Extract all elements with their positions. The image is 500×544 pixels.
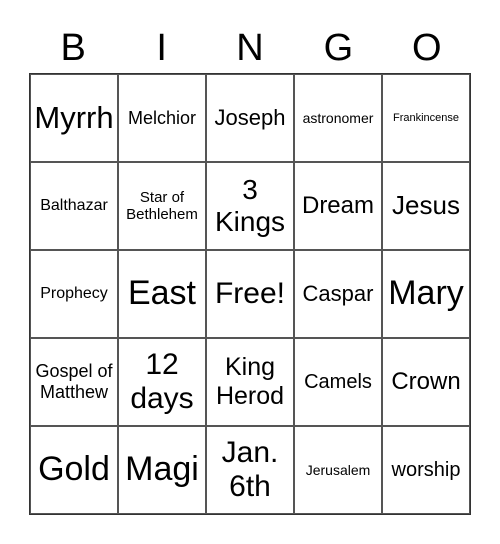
bingo-cell[interactable]: Caspar [294,250,382,338]
bingo-cell[interactable]: Prophecy [30,250,118,338]
header-letter-n: N [236,27,264,69]
bingo-cell[interactable]: Mary [382,250,470,338]
bingo-cell[interactable]: 3 Kings [206,162,294,250]
bingo-cell[interactable]: Melchior [118,74,206,162]
bingo-cell[interactable]: Joseph [206,74,294,162]
header-letter-i: I [156,27,167,69]
bingo-cell[interactable]: Jan. 6th [206,426,294,514]
bingo-header: B I N G O [29,24,471,72]
bingo-cell[interactable]: Magi [118,426,206,514]
bingo-cell[interactable]: Gold [30,426,118,514]
bingo-cell[interactable]: Camels [294,338,382,426]
bingo-cell[interactable]: Balthazar [30,162,118,250]
bingo-cell[interactable]: worship [382,426,470,514]
header-letter-o: O [412,27,442,69]
bingo-cell[interactable]: Free! [206,250,294,338]
bingo-cell[interactable]: 12 days [118,338,206,426]
bingo-cell[interactable]: astronomer [294,74,382,162]
bingo-cell[interactable]: Jerusalem [294,426,382,514]
bingo-cell[interactable]: Frankincense [382,74,470,162]
bingo-cell[interactable]: King Herod [206,338,294,426]
bingo-grid: Myrrh Melchior Joseph astronomer Frankincens… [29,73,471,515]
bingo-cell[interactable]: Dream [294,162,382,250]
bingo-cell[interactable]: Myrrh [30,74,118,162]
bingo-cell[interactable]: Gospel of Matthew [30,338,118,426]
bingo-cell[interactable]: Star of Bethlehem [118,162,206,250]
header-letter-g: G [323,27,354,69]
bingo-cell[interactable]: East [118,250,206,338]
header-letter-b: B [60,27,86,69]
bingo-cell[interactable]: Jesus [382,162,470,250]
bingo-cell[interactable]: Crown [382,338,470,426]
